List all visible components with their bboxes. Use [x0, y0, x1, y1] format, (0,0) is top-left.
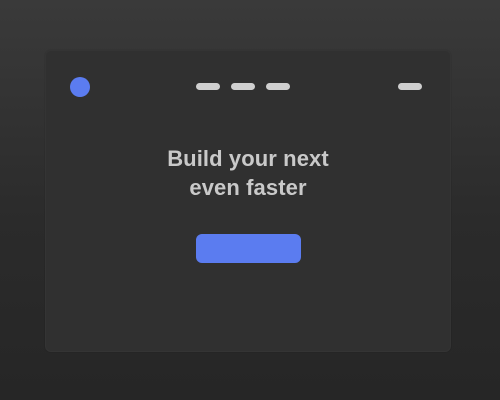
nav-item-1[interactable]	[196, 83, 220, 90]
nav-bar	[196, 83, 290, 90]
nav-item-2[interactable]	[231, 83, 255, 90]
logo-icon[interactable]	[70, 77, 90, 97]
headline-line-1: Build your next	[167, 146, 329, 171]
hero-card: Build your next even faster	[45, 50, 451, 352]
nav-item-3[interactable]	[266, 83, 290, 90]
cta-button[interactable]	[196, 234, 301, 263]
menu-icon[interactable]	[398, 83, 422, 90]
hero-headline: Build your next even faster	[46, 144, 450, 202]
headline-line-2: even faster	[189, 175, 307, 200]
